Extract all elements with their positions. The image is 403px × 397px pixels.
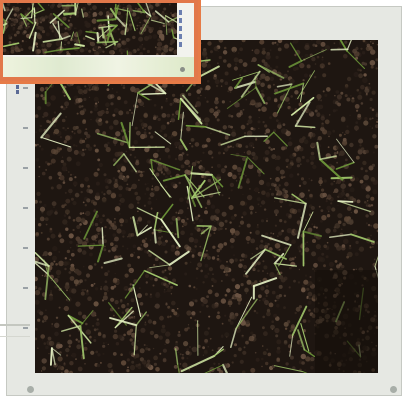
inset-print — [0, 0, 201, 84]
bottom-edge — [27, 383, 403, 397]
corner-dot-icon — [180, 67, 185, 72]
soil-seedlings-photo — [35, 40, 378, 373]
vertical-caption-icon — [174, 7, 186, 53]
corner-dot-icon — [27, 386, 34, 393]
corner-dot-icon — [390, 386, 397, 393]
seedling-closeup-photo — [3, 3, 177, 55]
vertical-edge-text-icon — [12, 84, 22, 98]
divider — [0, 336, 30, 337]
divider — [0, 324, 30, 326]
inset-photo-strip — [3, 57, 194, 77]
side-ruler-ticks — [21, 87, 31, 387]
inset-paper — [3, 3, 194, 77]
